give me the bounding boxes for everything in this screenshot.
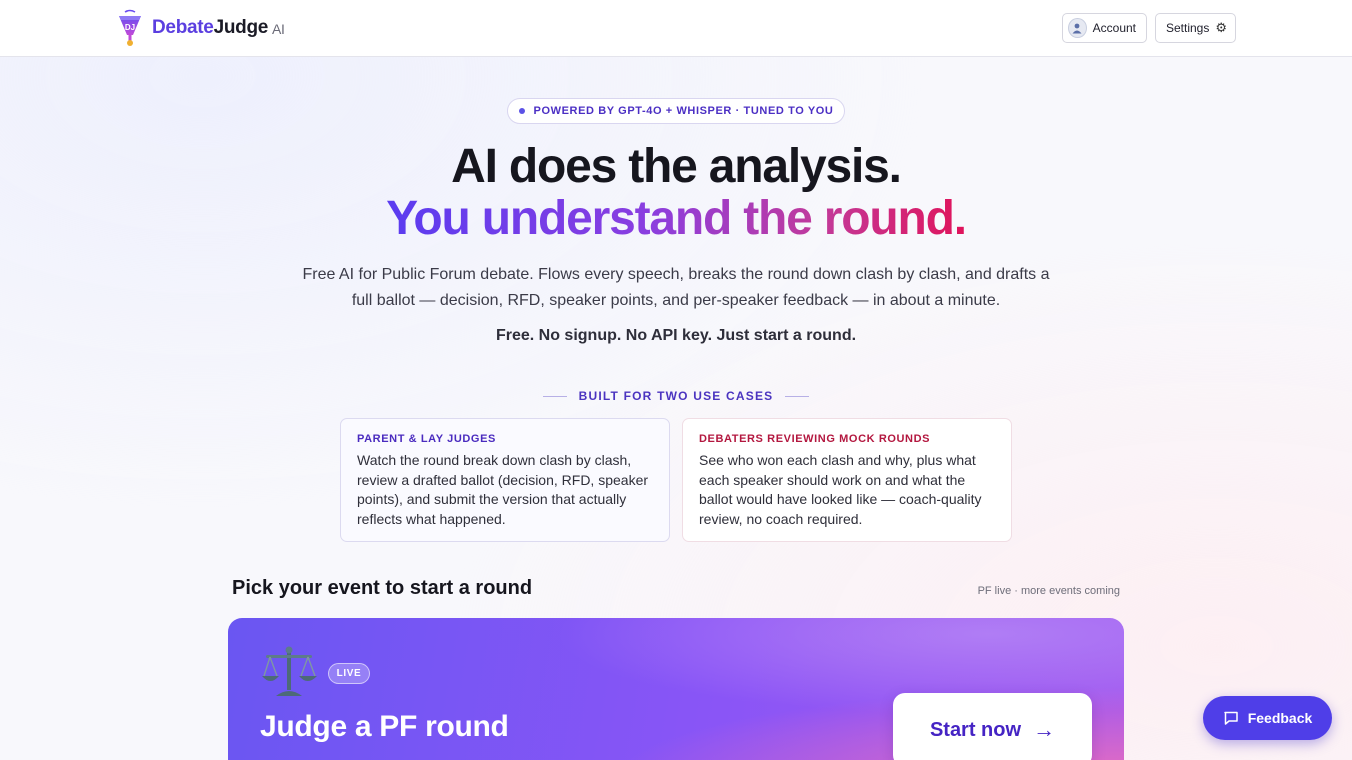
scales-icon — [262, 646, 317, 696]
gear-icon: ⚙ — [1215, 20, 1228, 35]
hero-tagline: Free. No signup. No API key. Just start … — [495, 327, 857, 344]
divider — [542, 395, 567, 397]
arrow-right-icon: → — [1033, 717, 1056, 742]
use-case-card-parent-judges: PARENT & LAY JUDGES Watch the round brea… — [340, 418, 670, 542]
event-title: Judge a PF round — [260, 710, 509, 743]
settings-label: Settings — [1166, 21, 1210, 35]
brand-funnel-icon: DJ — [119, 9, 141, 46]
brand-name: DebateJudge AI — [152, 17, 285, 38]
status-dot-icon — [518, 108, 525, 114]
feedback-button[interactable]: Feedback — [1203, 696, 1332, 740]
settings-button[interactable]: Settings ⚙ — [1155, 13, 1236, 43]
card-title: DEBATERS REVIEWING MOCK ROUNDS — [699, 433, 931, 445]
powered-by-pill: POWERED BY GPT-4O + WHISPER · TUNED TO Y… — [507, 98, 845, 124]
svg-text:DJ: DJ — [125, 23, 135, 32]
chat-bubble-icon — [1223, 711, 1238, 725]
live-badge: LIVE — [328, 663, 370, 684]
account-button[interactable]: Account — [1062, 13, 1147, 43]
start-now-button[interactable]: Start now → — [893, 693, 1092, 760]
pick-event-heading: Pick your event to start a round — [232, 577, 533, 599]
card-body: Watch the round break down clash by clas… — [357, 452, 649, 527]
headline-line-2: You understand the round. — [386, 192, 967, 245]
card-body: See who won each clash and why, plus wha… — [699, 452, 982, 527]
card-title: PARENT & LAY JUDGES — [357, 433, 496, 445]
account-label: Account — [1092, 21, 1136, 35]
headline-line-1: AI does the analysis. — [451, 140, 902, 193]
use-case-card-debaters: DEBATERS REVIEWING MOCK ROUNDS See who w… — [682, 418, 1012, 542]
user-avatar-icon — [1068, 18, 1087, 38]
hero-description: Free AI for Public Forum debate. Flows e… — [302, 266, 1050, 309]
use-cases-heading: BUILT FOR TWO USE CASES — [0, 389, 1352, 403]
divider — [785, 395, 810, 397]
pf-event-card[interactable]: LIVE Judge a PF round Start now → — [228, 618, 1124, 760]
top-nav: DJ DebateJudge AI Account Settings ⚙ — [0, 0, 1352, 57]
events-note: PF live · more events coming — [977, 585, 1120, 597]
brand-logo-link[interactable]: DJ DebateJudge AI — [116, 9, 285, 47]
